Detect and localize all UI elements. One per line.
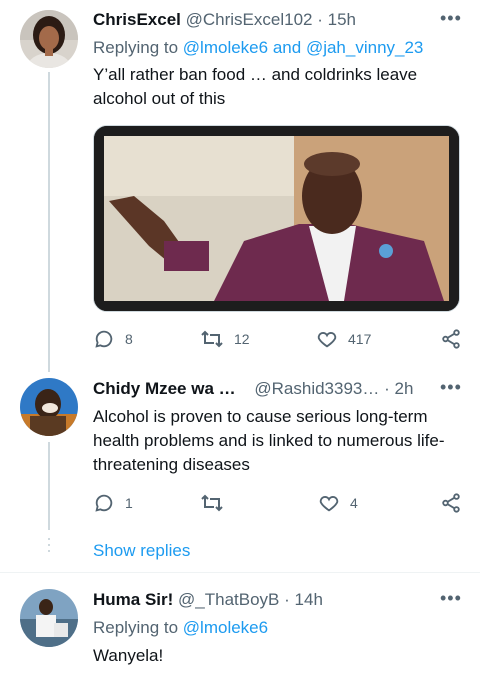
replying-prefix: Replying to (93, 618, 179, 637)
divider (0, 572, 480, 573)
tweet-media[interactable] (93, 125, 460, 312)
tweet-text: Alcohol is proven to cause serious long-… (93, 407, 445, 474)
show-replies-link[interactable]: Show replies (93, 541, 190, 561)
reply-icon (95, 330, 113, 348)
mention-link[interactable]: @lmoleke6 (183, 38, 268, 57)
reply-count: 8 (125, 331, 133, 347)
timestamp[interactable]: 2h (395, 379, 414, 398)
like-count: 4 (350, 495, 358, 511)
mention-link[interactable]: @jah_vinny_23 (306, 38, 423, 57)
share-icon (442, 329, 460, 349)
separator: · (317, 10, 323, 29)
retweet-button[interactable] (200, 492, 234, 514)
replying-joiner: and (272, 38, 302, 57)
share-icon (442, 493, 460, 513)
handle[interactable]: @Rashid3393… (254, 379, 379, 398)
like-icon (317, 332, 337, 348)
avatar[interactable] (20, 378, 78, 436)
mention-link[interactable]: @lmoleke6 (183, 618, 268, 637)
handle[interactable]: @ChrisExcel102 (186, 10, 313, 29)
replying-line: Replying to @lmoleke6 and @jah_vinny_23 (93, 38, 423, 58)
thread-line (48, 442, 50, 530)
avatar[interactable] (20, 589, 78, 647)
replying-prefix: Replying to (93, 38, 179, 57)
share-button[interactable] (440, 328, 462, 350)
separator: · (284, 590, 290, 609)
retweet-icon (201, 330, 223, 348)
like-button[interactable]: 4 (318, 492, 358, 514)
tweet-text: Y’all rather ban food … and coldrinks le… (93, 65, 418, 108)
separator: · (384, 379, 390, 398)
avatar[interactable] (20, 10, 78, 68)
share-button[interactable] (440, 492, 462, 514)
retweet-icon (201, 494, 223, 512)
retweet-button[interactable]: 12 (200, 328, 250, 350)
retweet-count: 12 (234, 331, 250, 347)
reply-count: 1 (125, 495, 133, 511)
tweet-header: Huma Sir! @_ThatBoyB · 14h (93, 590, 323, 610)
display-name[interactable]: Huma Sir! (93, 590, 173, 609)
more-icon[interactable]: ••• (440, 377, 462, 398)
reply-button[interactable]: 8 (93, 328, 133, 350)
reply-button[interactable]: 1 (93, 492, 133, 514)
like-button[interactable]: 417 (316, 328, 371, 350)
timestamp[interactable]: 15h (328, 10, 356, 29)
tweet-header: Chidy Mzee wa … @Rashid3393… · 2h (93, 379, 413, 399)
thread-line (48, 72, 50, 372)
display-name[interactable]: Chidy Mzee wa … (93, 379, 236, 398)
timestamp[interactable]: 14h (295, 590, 323, 609)
replying-line: Replying to @lmoleke6 (93, 618, 268, 638)
thread-dots (48, 538, 50, 556)
tweet-header: ChrisExcel @ChrisExcel102 · 15h (93, 10, 356, 30)
handle[interactable]: @_ThatBoyB (178, 590, 279, 609)
tweet-text: Wanyela! (93, 646, 164, 665)
reply-icon (95, 494, 113, 512)
more-icon[interactable]: ••• (440, 8, 462, 29)
like-icon (319, 496, 339, 512)
display-name[interactable]: ChrisExcel (93, 10, 181, 29)
like-count: 417 (348, 331, 372, 347)
more-icon[interactable]: ••• (440, 588, 462, 609)
